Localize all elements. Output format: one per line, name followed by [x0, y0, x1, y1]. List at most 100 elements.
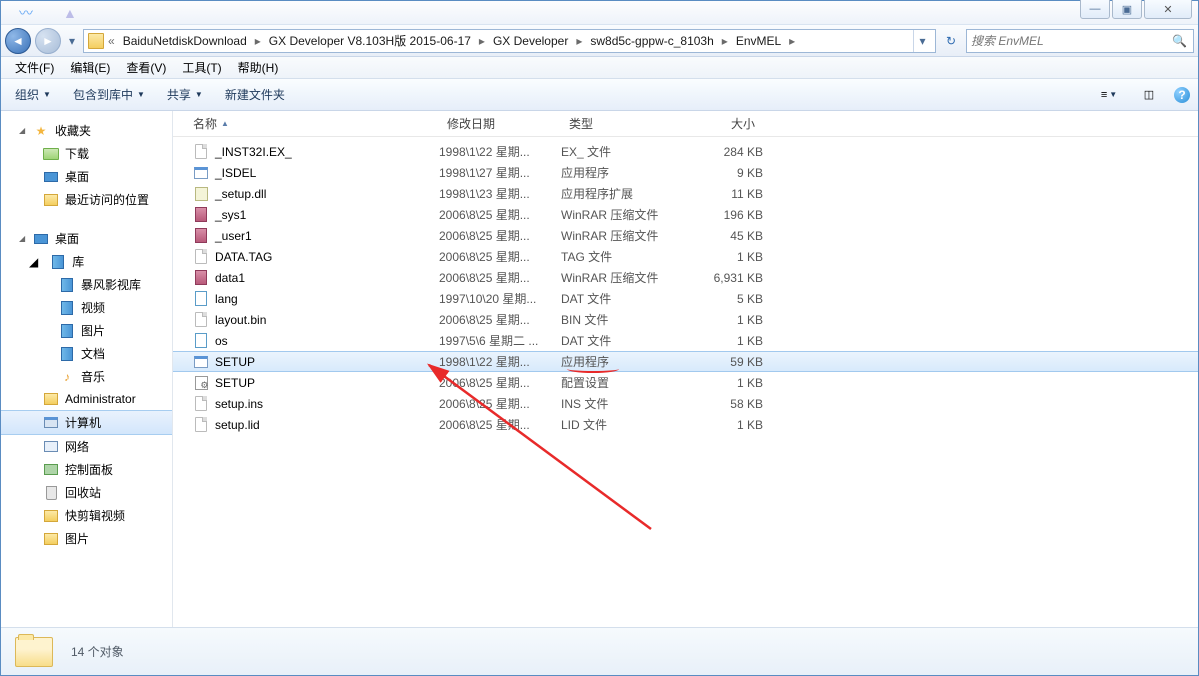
file-icon	[193, 144, 209, 160]
share-button[interactable]: 共享▼	[161, 82, 209, 107]
file-row[interactable]: setup.ins2006\8\25 星期...INS 文件58 KB	[173, 393, 1198, 414]
file-row[interactable]: setup.lid2006\8\25 星期...LID 文件1 KB	[173, 414, 1198, 435]
nav-lib-music[interactable]: ♪音乐	[1, 365, 172, 388]
nav-control-panel[interactable]: 控制面板	[1, 458, 172, 481]
nav-computer[interactable]: 计算机	[1, 410, 172, 435]
nav-downloads[interactable]: 下载	[1, 142, 172, 165]
file-name: lang	[215, 292, 238, 306]
file-type: WinRAR 压缩文件	[561, 227, 677, 244]
nav-network[interactable]: 网络	[1, 435, 172, 458]
nav-lib-storm[interactable]: 暴风影视库	[1, 273, 172, 296]
recent-icon	[43, 192, 59, 208]
crumb-sep-icon[interactable]: ▸	[720, 34, 730, 48]
file-icon	[193, 312, 209, 328]
col-type[interactable]: 类型	[561, 111, 677, 136]
help-icon[interactable]: ?	[1174, 87, 1190, 103]
forward-button[interactable]: ►	[35, 28, 61, 54]
crumb-overflow[interactable]: «	[106, 34, 117, 48]
col-date[interactable]: 修改日期	[439, 111, 561, 136]
file-row[interactable]: lang1997\10\20 星期...DAT 文件5 KB	[173, 288, 1198, 309]
maximize-button[interactable]: ▣	[1112, 0, 1142, 19]
nav-recycle[interactable]: 回收站	[1, 481, 172, 504]
nav-desktop-fav[interactable]: 桌面	[1, 165, 172, 188]
folder-icon	[43, 508, 59, 524]
include-library-button[interactable]: 包含到库中▼	[67, 82, 151, 107]
nav-admin[interactable]: Administrator	[1, 388, 172, 410]
file-row[interactable]: layout.bin2006\8\25 星期...BIN 文件1 KB	[173, 309, 1198, 330]
file-row[interactable]: data12006\8\25 星期...WinRAR 压缩文件6,931 KB	[173, 267, 1198, 288]
crumb-4[interactable]: EnvMEL	[732, 32, 785, 50]
back-button[interactable]: ◄	[5, 28, 31, 54]
view-mode-button[interactable]: ≡▼	[1094, 84, 1124, 106]
file-name: _ISDEL	[215, 166, 256, 180]
file-name: layout.bin	[215, 313, 266, 327]
address-dropdown[interactable]: ▾	[913, 30, 931, 52]
file-date: 1997\5\6 星期二 ...	[439, 332, 561, 349]
file-row[interactable]: SETUP1998\1\22 星期...应用程序59 KB	[173, 351, 1198, 372]
nav-quickedit[interactable]: 快剪辑视频	[1, 504, 172, 527]
menu-file[interactable]: 文件(F)	[7, 57, 62, 78]
menu-edit[interactable]: 编辑(E)	[62, 57, 118, 78]
file-row[interactable]: _ISDEL1998\1\27 星期...应用程序9 KB	[173, 162, 1198, 183]
nav-pictures-folder[interactable]: 图片	[1, 527, 172, 550]
toolbar: 组织▼ 包含到库中▼ 共享▼ 新建文件夹 ≡▼ ◫ ?	[1, 79, 1198, 111]
crumb-sep-icon[interactable]: ▸	[787, 34, 797, 48]
folder-icon	[88, 33, 104, 49]
nav-lib-pictures[interactable]: 图片	[1, 319, 172, 342]
nav-history-dropdown[interactable]: ▾	[65, 31, 79, 51]
refresh-button[interactable]: ↻	[940, 30, 962, 52]
new-folder-button[interactable]: 新建文件夹	[219, 82, 291, 107]
nav-favorites[interactable]: ◢★收藏夹	[1, 119, 172, 142]
file-size: 1 KB	[677, 250, 763, 264]
crumb-sep-icon[interactable]: ▸	[477, 34, 487, 48]
file-name: _setup.dll	[215, 187, 266, 201]
file-icon	[193, 396, 209, 412]
file-list: _INST32I.EX_1998\1\22 星期...EX_ 文件284 KB_…	[173, 137, 1198, 627]
menu-view[interactable]: 查看(V)	[118, 57, 174, 78]
close-button[interactable]: ✕	[1144, 0, 1192, 19]
file-icon	[193, 228, 209, 244]
search-field[interactable]: 🔍	[966, 29, 1194, 53]
organize-button[interactable]: 组织▼	[9, 82, 57, 107]
col-name[interactable]: 名称▲	[185, 111, 439, 136]
nav-recent[interactable]: 最近访问的位置	[1, 188, 172, 211]
minimize-button[interactable]: —	[1080, 0, 1110, 19]
file-row[interactable]: _sys12006\8\25 星期...WinRAR 压缩文件196 KB	[173, 204, 1198, 225]
file-date: 1998\1\23 星期...	[439, 185, 561, 202]
file-name: _sys1	[215, 208, 246, 222]
file-type: LID 文件	[561, 416, 677, 433]
search-icon[interactable]: 🔍	[1170, 34, 1189, 48]
file-date: 2006\8\25 星期...	[439, 206, 561, 223]
file-row[interactable]: os1997\5\6 星期二 ...DAT 文件1 KB	[173, 330, 1198, 351]
file-icon	[193, 165, 209, 181]
file-size: 1 KB	[677, 418, 763, 432]
file-row[interactable]: DATA.TAG2006\8\25 星期...TAG 文件1 KB	[173, 246, 1198, 267]
nav-desktop[interactable]: ◢桌面	[1, 227, 172, 250]
file-size: 284 KB	[677, 145, 763, 159]
crumb-2[interactable]: GX Developer	[489, 32, 572, 50]
menu-help[interactable]: 帮助(H)	[230, 57, 287, 78]
nav-lib-video[interactable]: 视频	[1, 296, 172, 319]
crumb-3[interactable]: sw8d5c-gppw-c_8103h	[586, 32, 717, 50]
file-row[interactable]: _INST32I.EX_1998\1\22 星期...EX_ 文件284 KB	[173, 141, 1198, 162]
status-bar: 14 个对象	[1, 627, 1198, 675]
file-size: 9 KB	[677, 166, 763, 180]
menu-tools[interactable]: 工具(T)	[174, 57, 229, 78]
search-input[interactable]	[971, 34, 1170, 48]
file-icon	[193, 270, 209, 286]
titlebar[interactable]: 〰 ▲ — ▣ ✕	[1, 1, 1198, 25]
file-row[interactable]: SETUP2006\8\25 星期...配置设置1 KB	[173, 372, 1198, 393]
crumb-0[interactable]: BaiduNetdiskDownload	[119, 32, 251, 50]
address-field[interactable]: « BaiduNetdiskDownload ▸ GX Developer V8…	[83, 29, 936, 53]
crumb-sep-icon[interactable]: ▸	[253, 34, 263, 48]
nav-libraries[interactable]: ◢库	[1, 250, 172, 273]
file-row[interactable]: _setup.dll1998\1\23 星期...应用程序扩展11 KB	[173, 183, 1198, 204]
file-row[interactable]: _user12006\8\25 星期...WinRAR 压缩文件45 KB	[173, 225, 1198, 246]
crumb-1[interactable]: GX Developer V8.103H版 2015-06-17	[265, 30, 475, 51]
col-size[interactable]: 大小	[677, 111, 763, 136]
nav-lib-docs[interactable]: 文档	[1, 342, 172, 365]
address-bar-row: ◄ ► ▾ « BaiduNetdiskDownload ▸ GX Develo…	[1, 25, 1198, 57]
file-name: DATA.TAG	[215, 250, 272, 264]
preview-pane-button[interactable]: ◫	[1134, 84, 1164, 106]
crumb-sep-icon[interactable]: ▸	[574, 34, 584, 48]
